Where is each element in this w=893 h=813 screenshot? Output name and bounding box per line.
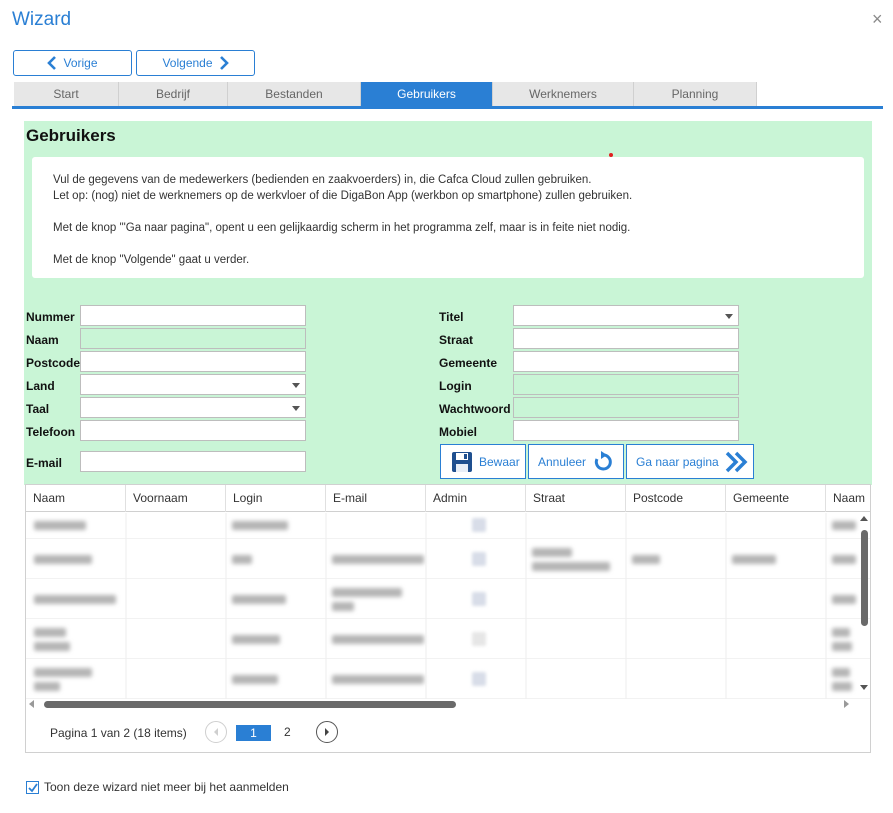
col-naam[interactable]: Naam	[26, 485, 126, 512]
chevron-left-icon	[47, 56, 57, 70]
info-line-1: Vul de gegevens van de medewerkers (bedi…	[53, 174, 592, 186]
land-select[interactable]	[80, 374, 306, 395]
label-taal: Taal	[26, 402, 50, 416]
gemeente-field[interactable]	[513, 351, 739, 372]
mobiel-field[interactable]	[513, 420, 739, 441]
goto-page-button[interactable]: Ga naar pagina	[626, 444, 754, 479]
close-icon[interactable]: ×	[872, 10, 883, 28]
label-gemeente: Gemeente	[439, 356, 498, 370]
naam-field[interactable]	[80, 328, 306, 349]
cancel-button[interactable]: Annuleer	[528, 444, 624, 479]
chevron-down-icon	[292, 406, 300, 411]
titel-select[interactable]	[513, 305, 739, 326]
tab-bedrijf[interactable]: Bedrijf	[119, 82, 228, 106]
save-button[interactable]: Bewaar	[440, 444, 526, 479]
goto-page-button-label: Ga naar pagina	[636, 454, 719, 469]
col-gemeente[interactable]: Gemeente	[726, 485, 826, 512]
vertical-scrollbar[interactable]	[858, 513, 870, 695]
chevron-left-icon	[214, 728, 218, 736]
prev-page-button[interactable]	[205, 721, 227, 743]
page-2-button[interactable]: 2	[284, 725, 291, 739]
save-button-label: Bewaar	[479, 454, 520, 469]
users-grid: Naam Voornaam Login E-mail Admin Straat …	[25, 484, 871, 753]
previous-button-label: Vorige	[63, 56, 98, 70]
tab-bar: Start Bedrijf Bestanden Gebruikers Werkn…	[14, 82, 757, 106]
info-line-3: Met de knop '"Ga naar pagina", opent u e…	[53, 222, 631, 234]
chevron-down-icon	[292, 383, 300, 388]
info-line-4: Met de knop "Volgende" gaat u verder.	[53, 254, 250, 266]
cancel-button-label: Annuleer	[538, 454, 587, 469]
next-page-button[interactable]	[316, 721, 338, 743]
col-postcode[interactable]: Postcode	[626, 485, 726, 512]
label-naam: Naam	[26, 333, 59, 347]
next-button[interactable]: Volgende	[136, 50, 255, 76]
grid-header: Naam Voornaam Login E-mail Admin Straat …	[26, 485, 870, 512]
col-straat[interactable]: Straat	[526, 485, 626, 512]
undo-arrow-icon	[594, 450, 612, 470]
taal-select[interactable]	[80, 397, 306, 418]
tab-planning[interactable]: Planning	[634, 82, 757, 106]
col-naam-2[interactable]: Naam	[826, 485, 870, 512]
col-admin[interactable]: Admin	[426, 485, 526, 512]
label-postcode: Postcode	[26, 356, 81, 370]
label-login: Login	[439, 379, 472, 393]
chevron-right-icon	[325, 728, 329, 736]
tab-gebruikers[interactable]: Gebruikers	[361, 82, 493, 106]
tab-start[interactable]: Start	[14, 82, 119, 106]
label-mobiel: Mobiel	[439, 425, 477, 439]
wachtwoord-field[interactable]	[513, 397, 739, 418]
page-title: Gebruikers	[26, 126, 116, 145]
floppy-disk-icon	[452, 451, 472, 472]
hide-wizard-checkbox[interactable]	[26, 781, 39, 794]
previous-button[interactable]: Vorige	[13, 50, 132, 76]
label-email: E-mail	[26, 456, 63, 470]
col-email[interactable]: E-mail	[326, 485, 426, 512]
checkmark-icon	[27, 782, 38, 792]
info-box: Vul de gegevens van de medewerkers (bedi…	[32, 157, 864, 278]
page-1-button[interactable]: 1	[236, 725, 271, 741]
label-land: Land	[26, 379, 55, 393]
chevron-right-icon	[219, 56, 229, 70]
chevron-down-icon	[725, 314, 733, 319]
column-grid-lines	[125, 513, 827, 699]
window-title: Wizard	[12, 9, 72, 30]
pager-summary: Pagina 1 van 2 (18 items)	[50, 726, 187, 740]
hide-wizard-label[interactable]: Toon deze wizard niet meer bij het aanme…	[44, 780, 289, 794]
label-nummer: Nummer	[26, 310, 75, 324]
info-line-2: Let op: (nog) niet de werknemers op de w…	[53, 190, 633, 202]
nummer-field[interactable]	[80, 305, 306, 326]
straat-field[interactable]	[513, 328, 739, 349]
tab-werknemers[interactable]: Werknemers	[493, 82, 634, 106]
double-chevron-right-icon	[725, 451, 748, 472]
label-wachtwoord: Wachtwoord	[439, 402, 511, 416]
label-straat: Straat	[439, 333, 474, 347]
postcode-field[interactable]	[80, 351, 306, 372]
horizontal-scrollbar[interactable]	[26, 698, 871, 710]
label-titel: Titel	[439, 310, 464, 324]
col-login[interactable]: Login	[226, 485, 326, 512]
tab-underline	[12, 106, 883, 109]
label-telefoon: Telefoon	[26, 425, 76, 439]
next-button-label: Volgende	[162, 56, 213, 70]
col-voornaam[interactable]: Voornaam	[126, 485, 226, 512]
login-field[interactable]	[513, 374, 739, 395]
tab-bestanden[interactable]: Bestanden	[228, 82, 361, 106]
telefoon-field[interactable]	[80, 420, 306, 441]
email-field[interactable]	[80, 451, 306, 472]
